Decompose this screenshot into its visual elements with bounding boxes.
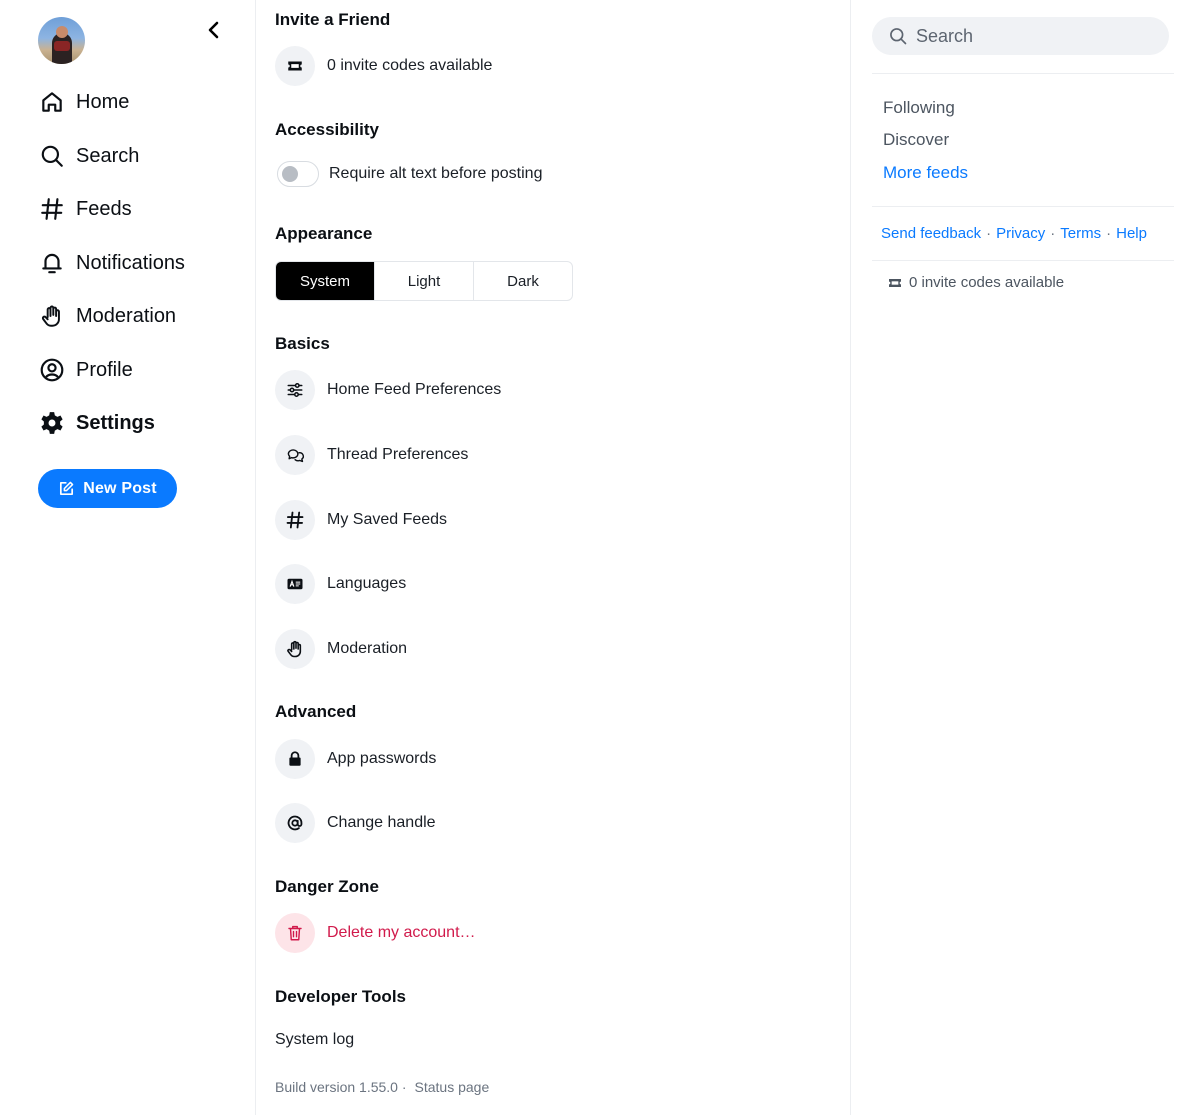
chat-bubbles-icon [275,435,315,475]
ticket-icon [275,46,315,86]
nav-item-notifications[interactable]: Notifications [38,246,185,280]
home-icon [38,88,66,116]
alt-text-toggle[interactable] [277,161,319,187]
nav-item-label: Home [76,90,130,113]
delete-account-label: Delete my account… [327,924,476,941]
appearance-selector: System Light Dark [275,261,573,301]
languages-label: Languages [327,575,407,592]
section-heading-accessibility: Accessibility [275,120,379,139]
section-heading-invite: Invite a Friend [275,10,391,29]
bell-icon [38,249,66,277]
language-icon [275,564,315,604]
ticket-icon [889,278,901,287]
nav-item-settings[interactable]: Settings [38,406,155,440]
divider [872,73,1174,74]
trash-icon [275,913,315,953]
status-page-link[interactable]: Status page [415,1079,490,1095]
saved-feeds-row[interactable]: My Saved Feeds [275,500,447,540]
invite-codes-summary[interactable]: 0 invite codes available [887,274,1064,291]
nav-item-label: Moderation [76,304,177,327]
send-feedback-link[interactable]: Send feedback [881,225,981,242]
change-handle-label: Change handle [327,814,436,831]
nav-item-label: Feeds [76,197,132,220]
collapse-sidebar-button[interactable] [203,19,225,41]
delete-account-row[interactable]: Delete my account… [275,913,476,953]
section-heading-danger-zone: Danger Zone [275,877,379,896]
new-post-label: New Post [83,479,157,497]
link-separator: · [1106,225,1112,242]
invite-codes-row[interactable]: 0 invite codes available [275,46,492,86]
app-passwords-label: App passwords [327,750,437,767]
link-separator: · [986,225,992,242]
hash-icon [275,500,315,540]
left-sidebar: Home Search Feeds Notifications Moderati… [0,0,256,1115]
saved-feeds-label: My Saved Feeds [327,511,448,528]
moderation-label: Moderation [327,640,408,657]
nav-item-label: Search [76,144,140,167]
change-handle-row[interactable]: Change handle [275,803,436,843]
appearance-option-system[interactable]: System [276,262,374,300]
alt-text-toggle-row[interactable]: Require alt text before posting [277,160,542,188]
sliders-icon [275,370,315,410]
help-link[interactable]: Help [1116,225,1147,242]
at-icon [275,803,315,843]
hand-icon [275,629,315,669]
divider [872,260,1174,261]
moderation-row[interactable]: Moderation [275,629,407,669]
section-heading-basics: Basics [275,334,330,353]
build-info: Build version 1.55.0 · Status page [275,1079,489,1095]
hash-icon [38,195,66,223]
feed-link-discover[interactable]: Discover [883,130,949,150]
nav-item-search[interactable]: Search [38,139,139,173]
footer-links: Send feedback · Privacy · Terms · Help [881,225,1147,242]
languages-row[interactable]: Languages [275,564,406,604]
divider [872,206,1174,207]
nav-item-home[interactable]: Home [38,85,129,119]
nav-item-label: Profile [76,358,133,381]
home-feed-preferences-row[interactable]: Home Feed Preferences [275,370,501,410]
nav-item-profile[interactable]: Profile [38,353,133,387]
nav-item-moderation[interactable]: Moderation [38,299,176,333]
nav-item-label: Notifications [76,251,185,274]
nav-item-label: Settings [76,411,155,434]
appearance-option-light[interactable]: Light [374,262,473,300]
thread-preferences-row[interactable]: Thread Preferences [275,435,468,475]
avatar[interactable] [38,17,85,64]
search-input[interactable] [916,25,1146,47]
invite-codes-summary-label: 0 invite codes available [909,274,1065,291]
section-heading-advanced: Advanced [275,702,357,721]
section-heading-appearance: Appearance [275,224,373,243]
build-version-text: Build version 1.55.0 · [275,1079,407,1095]
user-circle-icon [38,356,66,384]
alt-text-toggle-label: Require alt text before posting [329,165,543,182]
more-feeds-link[interactable]: More feeds [883,163,968,183]
chevron-left-icon [208,21,219,39]
app-passwords-row[interactable]: App passwords [275,739,436,779]
link-separator: · [1050,225,1056,242]
compose-icon [60,481,74,496]
system-log-link[interactable]: System log [275,1031,354,1049]
appearance-option-dark[interactable]: Dark [473,262,572,300]
lock-icon [275,739,315,779]
new-post-button[interactable]: New Post [38,469,177,508]
nav-item-feeds[interactable]: Feeds [38,192,132,226]
settings-panel: Invite a Friend 0 invite codes available… [257,0,851,1115]
home-feed-preferences-label: Home Feed Preferences [327,381,502,398]
feed-link-following[interactable]: Following [883,98,955,118]
gear-icon [38,409,66,437]
search-bar[interactable] [872,17,1169,55]
terms-link[interactable]: Terms [1060,225,1101,242]
privacy-link[interactable]: Privacy [996,225,1045,242]
hand-icon [38,302,66,330]
right-sidebar: Following Discover More feeds Send feedb… [852,0,1200,1115]
search-icon [38,142,66,170]
invite-codes-label: 0 invite codes available [327,57,493,74]
thread-preferences-label: Thread Preferences [327,446,469,463]
search-icon [890,28,907,45]
section-heading-developer-tools: Developer Tools [275,987,406,1006]
